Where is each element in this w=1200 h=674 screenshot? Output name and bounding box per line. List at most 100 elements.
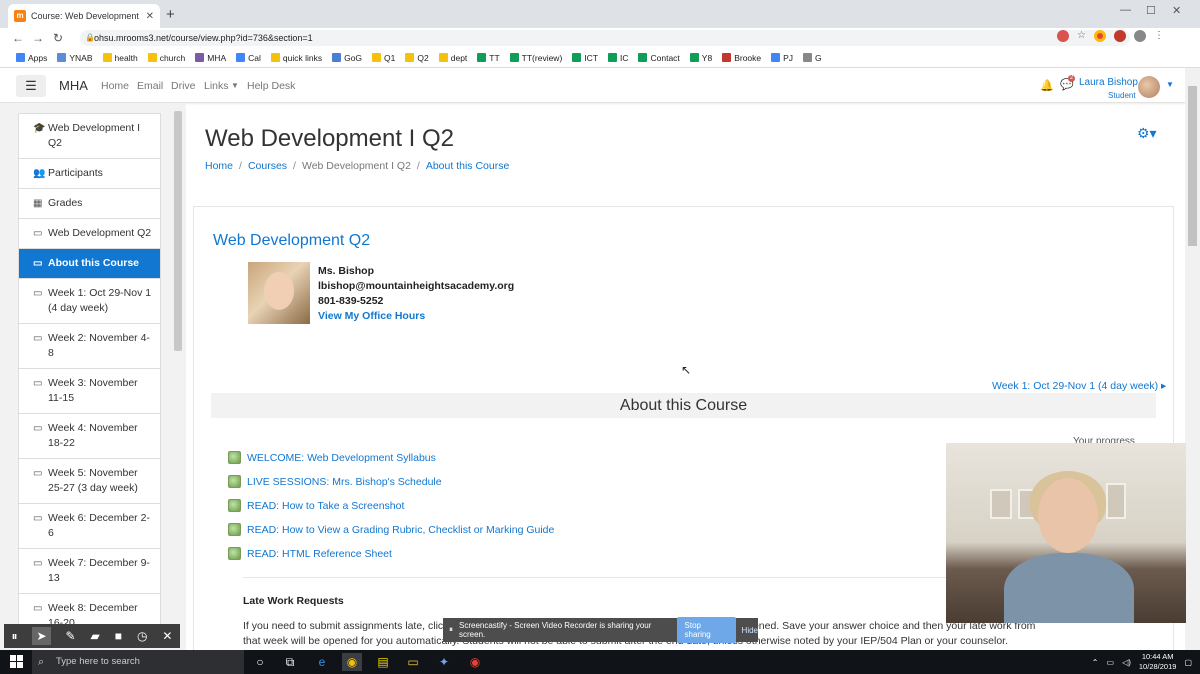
avatar[interactable] xyxy=(1138,76,1160,98)
highlighter-tool-icon[interactable]: ▰ xyxy=(91,629,100,643)
activity-link[interactable]: LIVE SESSIONS: Mrs. Bishop's Schedule xyxy=(228,475,442,488)
site-brand[interactable]: MHA xyxy=(59,78,88,93)
bookmark-item[interactable]: Y8 xyxy=(689,53,712,63)
bookmark-item[interactable]: Apps xyxy=(16,53,47,63)
drawer-item[interactable]: ▭ Week 2: November 4-8 xyxy=(19,324,160,369)
address-bar[interactable]: 🔒 ohsu.mrooms3.net/course/view.php?id=73… xyxy=(80,30,1130,46)
timer-icon[interactable]: ◷ xyxy=(137,629,147,643)
network-icon[interactable]: ▭ xyxy=(1107,658,1115,667)
close-toolbar-icon[interactable]: ✕ xyxy=(162,629,172,643)
clock[interactable]: 10:44 AM 10/28/2019 xyxy=(1139,652,1177,672)
bookmark-item[interactable]: Q2 xyxy=(405,53,429,63)
volume-icon[interactable]: ◁) xyxy=(1122,658,1131,667)
next-section-link[interactable]: Week 1: Oct 29-Nov 1 (4 day week) ▸ xyxy=(992,380,1166,392)
drawer-toggle-button[interactable]: ☰ xyxy=(16,75,46,97)
bookmark-item[interactable]: Cal xyxy=(236,53,261,63)
breadcrumb-course[interactable]: Web Development I Q2 xyxy=(302,160,411,172)
bookmark-item[interactable]: TT(review) xyxy=(509,53,562,63)
bookmark-item[interactable]: PJ xyxy=(771,53,793,63)
drawer-item[interactable]: ▦ Grades xyxy=(19,189,160,219)
drawer-item[interactable]: ▭ Web Development Q2 xyxy=(19,219,160,249)
notifications-bell-icon[interactable]: 🔔 xyxy=(1040,79,1054,92)
cortana-icon[interactable]: ○ xyxy=(250,653,270,671)
forward-icon[interactable]: → xyxy=(28,31,48,45)
breadcrumb-section[interactable]: About this Course xyxy=(426,160,509,172)
pointer-tool-icon[interactable]: ➤ xyxy=(32,627,51,645)
user-name[interactable]: Laura Bishop xyxy=(1079,77,1138,88)
maximize-icon[interactable]: ☐ xyxy=(1146,4,1156,17)
bookmark-item[interactable]: ICT xyxy=(572,53,598,63)
pause-recording-icon[interactable]: ⏸ xyxy=(11,629,17,644)
chrome-menu-icon[interactable]: ⋮ xyxy=(1154,30,1164,42)
nav-link-links[interactable]: Links xyxy=(204,80,229,92)
drawer-item[interactable]: ▭ About this Course xyxy=(19,249,160,279)
pen-tool-icon[interactable]: ✎ xyxy=(66,629,76,643)
chrome-profile-icon[interactable]: ◉ xyxy=(465,653,485,671)
bookmark-item[interactable]: Contact xyxy=(638,53,680,63)
extension-icon[interactable] xyxy=(1057,30,1070,42)
drawer-item[interactable]: 👥 Participants xyxy=(19,159,160,189)
breadcrumb-home[interactable]: Home xyxy=(205,160,233,172)
screencastify-icon[interactable] xyxy=(1114,30,1126,42)
tray-arrow-icon[interactable]: ⌃ xyxy=(1092,658,1099,667)
office-hours-link[interactable]: View My Office Hours xyxy=(318,310,425,322)
close-window-icon[interactable]: ✕ xyxy=(1172,4,1181,17)
user-menu-caret-icon[interactable]: ▼ xyxy=(1166,80,1174,89)
bookmark-item[interactable]: church xyxy=(147,53,185,63)
bookmark-item[interactable]: health xyxy=(102,53,138,63)
activity-link[interactable]: READ: HTML Reference Sheet xyxy=(228,547,392,560)
drawer-item[interactable]: ▭ Week 4: November 18-22 xyxy=(19,414,160,459)
bookmark-item[interactable]: Q1 xyxy=(372,53,395,63)
bookmark-item[interactable]: G xyxy=(803,53,822,63)
drawer-item[interactable]: ▭ Week 1: Oct 29-Nov 1 (4 day week) xyxy=(19,279,160,324)
bookmark-item[interactable]: dept xyxy=(438,53,467,63)
chrome-icon[interactable]: ◉ xyxy=(342,653,362,671)
bookmark-item[interactable]: IC xyxy=(607,53,628,63)
bookmark-item[interactable]: MHA xyxy=(195,53,226,63)
new-tab-button[interactable]: + xyxy=(166,6,175,23)
bookmark-item[interactable]: YNAB xyxy=(57,53,93,63)
settings-gear-icon[interactable]: ⚙▾ xyxy=(1137,125,1157,142)
profile-icon[interactable] xyxy=(1134,30,1146,42)
bookmark-item[interactable]: Brooke xyxy=(722,53,761,63)
activity-link[interactable]: READ: How to Take a Screenshot xyxy=(228,499,404,512)
taskbar-search[interactable]: ⌕ Type here to search xyxy=(32,650,244,674)
nav-link-drive[interactable]: Drive xyxy=(171,80,196,92)
course-heading[interactable]: Web Development Q2 xyxy=(213,232,370,250)
bookmark-item[interactable]: GoG xyxy=(332,53,362,63)
drawer-item[interactable]: ▭ Week 5: November 25-27 (3 day week) xyxy=(19,459,160,504)
camera-toggle-icon[interactable]: ■ xyxy=(115,629,122,643)
drawer-scrollbar[interactable] xyxy=(174,111,182,351)
drawer-item[interactable]: ▭ Week 6: December 2-6 xyxy=(19,504,160,549)
bookmark-star-icon[interactable]: ☆ xyxy=(1077,30,1086,42)
nav-link-help-desk[interactable]: Help Desk xyxy=(247,80,295,92)
tab-close-icon[interactable]: ✕ xyxy=(146,11,154,22)
nav-link-email[interactable]: Email xyxy=(137,80,163,92)
page-scrollbar-thumb[interactable] xyxy=(1188,86,1197,246)
stop-sharing-button[interactable]: Stop sharing xyxy=(676,617,736,643)
activity-link[interactable]: WELCOME: Web Development Syllabus xyxy=(228,451,436,464)
reload-icon[interactable]: ↻ xyxy=(48,31,68,45)
bookmark-item[interactable]: quick links xyxy=(270,53,322,63)
page-scrollbar[interactable] xyxy=(1185,68,1200,650)
back-icon[interactable]: ← xyxy=(8,31,28,45)
bookmark-item[interactable]: TT xyxy=(477,53,500,63)
task-view-icon[interactable]: ⧉ xyxy=(280,653,300,671)
chrome-extension-icon[interactable] xyxy=(1094,30,1106,42)
drawer-item[interactable]: 🎓 Web Development I Q2 xyxy=(19,114,160,159)
windows-start-icon[interactable] xyxy=(10,655,23,668)
edge-icon[interactable]: e xyxy=(312,653,332,671)
hide-button[interactable]: Hide xyxy=(742,626,758,635)
minimize-icon[interactable]: — xyxy=(1120,4,1131,16)
breadcrumb-courses[interactable]: Courses xyxy=(248,160,287,172)
sticky-notes-icon[interactable]: ▤ xyxy=(373,653,393,671)
drawer-item[interactable]: ▭ Week 3: November 11-15 xyxy=(19,369,160,414)
file-explorer-icon[interactable]: ▭ xyxy=(403,653,423,671)
browser-tab[interactable]: m Course: Web Development I Q2 ✕ xyxy=(8,4,160,28)
nav-drawer: 🎓 Web Development I Q2 👥 Participants ▦ Grade… xyxy=(0,103,186,650)
drawer-item[interactable]: ▭ Week 7: December 9-13 xyxy=(19,549,160,594)
notification-center-icon[interactable]: ▢ xyxy=(1184,658,1192,667)
nav-link-home[interactable]: Home xyxy=(101,80,129,92)
app-icon[interactable]: ✦ xyxy=(434,653,454,671)
activity-link[interactable]: READ: How to View a Grading Rubric, Chec… xyxy=(228,523,554,536)
